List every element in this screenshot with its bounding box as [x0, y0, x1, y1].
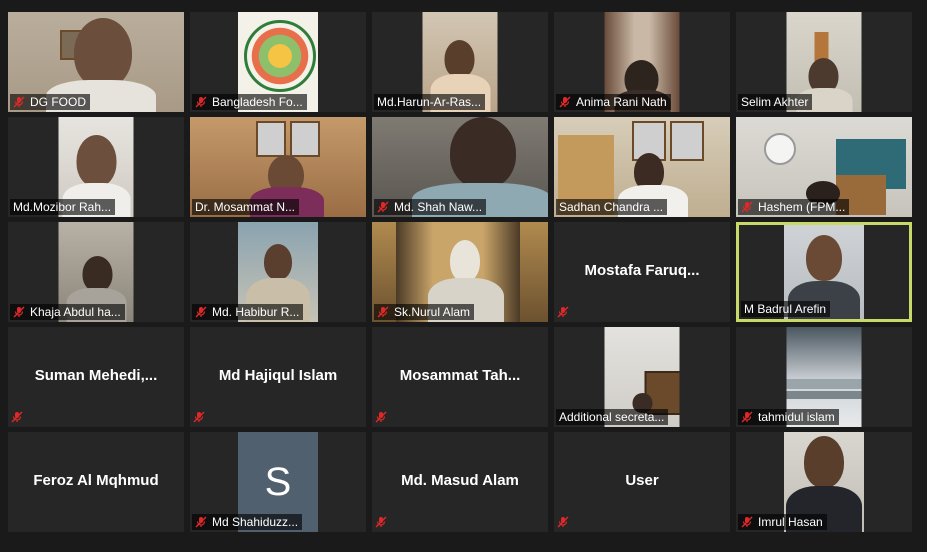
participant-name: Khaja Abdul ha... — [30, 305, 121, 319]
participant-name-tag: DG FOOD — [10, 94, 90, 110]
mic-muted-icon — [559, 96, 571, 108]
mic-muted-icon — [557, 516, 569, 528]
participant-name-label: Mosammat Tah... — [399, 366, 521, 384]
participant-tile[interactable]: Khaja Abdul ha... — [8, 222, 184, 322]
gallery-grid: DG FOOD Bangladesh Fo... Md.Harun-Ar-Ras… — [8, 12, 912, 532]
participant-tile[interactable]: Hashem (FPM... — [736, 117, 912, 217]
participant-name: Md. Habibur R... — [212, 305, 300, 319]
participant-name-tag: Md. Habibur R... — [192, 304, 304, 320]
participant-name: Selim Akhter — [741, 95, 809, 109]
participant-tile[interactable]: Imrul Hasan — [736, 432, 912, 532]
participant-name-label: Md Hajiqul Islam — [218, 366, 338, 384]
participant-name-label: Mostafa Faruq... — [584, 261, 700, 279]
participant-name-label: Md. Masud Alam — [401, 471, 519, 489]
participant-name-tag: Md.Mozibor Rah... — [10, 199, 116, 215]
participant-name: Sadhan Chandra ... — [559, 200, 664, 214]
participant-name-label: Feroz Al Mqhmud — [33, 471, 159, 489]
participant-tile[interactable]: Anima Rani Nath — [554, 12, 730, 112]
participant-tile[interactable]: Md. Masud Alam — [372, 432, 548, 532]
mic-muted-icon — [193, 411, 205, 423]
mic-muted-icon — [195, 306, 207, 318]
participant-name-tag: Md Shahiduzz... — [192, 514, 303, 530]
participant-name-tag: Imrul Hasan — [738, 514, 827, 530]
participant-name-tag: Sk.Nurul Alam — [374, 304, 475, 320]
participant-tile[interactable]: DG FOOD — [8, 12, 184, 112]
participant-name-tag: Additional secreta... — [556, 409, 669, 425]
mic-muted-icon — [375, 516, 387, 528]
participant-tile[interactable]: Bangladesh Fo... — [190, 12, 366, 112]
participant-name: M Badrul Arefin — [744, 302, 827, 316]
participant-name: Sk.Nurul Alam — [394, 305, 471, 319]
participant-name-tag: Md. Shah Naw... — [374, 199, 487, 215]
participant-name: Md. Shah Naw... — [394, 200, 483, 214]
mic-muted-icon — [557, 306, 569, 318]
mic-muted-icon — [13, 306, 25, 318]
participant-tile[interactable]: Feroz Al Mqhmud — [8, 432, 184, 532]
participant-name-tag: M Badrul Arefin — [741, 301, 831, 317]
participant-tile[interactable]: Sadhan Chandra ... — [554, 117, 730, 217]
participant-tile[interactable]: Suman Mehedi,... — [8, 327, 184, 427]
participant-name: Bangladesh Fo... — [212, 95, 303, 109]
mic-muted-icon — [377, 306, 389, 318]
participant-tile[interactable]: tahmidul islam — [736, 327, 912, 427]
participant-name: Md.Mozibor Rah... — [13, 200, 112, 214]
participant-name: DG FOOD — [30, 95, 86, 109]
participant-tile[interactable]: Md.Harun-Ar-Ras... — [372, 12, 548, 112]
participant-name: Md.Harun-Ar-Ras... — [377, 95, 482, 109]
participant-name-tag: Sadhan Chandra ... — [556, 199, 668, 215]
participant-tile[interactable]: Mosammat Tah... — [372, 327, 548, 427]
participant-tile[interactable]: Md Hajiqul Islam — [190, 327, 366, 427]
participant-name: Anima Rani Nath — [576, 95, 667, 109]
participant-name-tag: tahmidul islam — [738, 409, 839, 425]
participant-name-tag: Hashem (FPM... — [738, 199, 850, 215]
participant-tile[interactable]: Selim Akhter — [736, 12, 912, 112]
participant-tile[interactable]: Mostafa Faruq... — [554, 222, 730, 322]
participant-name: Hashem (FPM... — [758, 200, 846, 214]
participant-name-tag: Selim Akhter — [738, 94, 813, 110]
participant-tile[interactable]: Sk.Nurul Alam — [372, 222, 548, 322]
mic-muted-icon — [13, 96, 25, 108]
mic-muted-icon — [741, 516, 753, 528]
participant-name: Additional secreta... — [559, 410, 665, 424]
participant-tile[interactable]: Dr. Mosammat N... — [190, 117, 366, 217]
mic-muted-icon — [741, 411, 753, 423]
mic-muted-icon — [377, 201, 389, 213]
participant-name-tag: Dr. Mosammat N... — [192, 199, 300, 215]
participant-tile[interactable]: Md. Shah Naw... — [372, 117, 548, 217]
participant-tile[interactable]: Md.Mozibor Rah... — [8, 117, 184, 217]
participant-tile[interactable]: S Md Shahiduzz... — [190, 432, 366, 532]
participant-name-tag: Bangladesh Fo... — [192, 94, 307, 110]
mic-muted-icon — [11, 411, 23, 423]
mic-muted-icon — [741, 201, 753, 213]
participant-name: tahmidul islam — [758, 410, 835, 424]
participant-tile[interactable]: User — [554, 432, 730, 532]
participant-name: Imrul Hasan — [758, 515, 823, 529]
logo-seal — [244, 20, 316, 92]
participant-name: Dr. Mosammat N... — [195, 200, 296, 214]
participant-tile[interactable]: Md. Habibur R... — [190, 222, 366, 322]
participant-name-label: Suman Mehedi,... — [34, 366, 158, 384]
participant-name: Md Shahiduzz... — [212, 515, 299, 529]
mic-muted-icon — [195, 516, 207, 528]
mic-muted-icon — [375, 411, 387, 423]
participant-tile[interactable]: Additional secreta... — [554, 327, 730, 427]
participant-name-tag: Md.Harun-Ar-Ras... — [374, 94, 486, 110]
participant-name-tag: Khaja Abdul ha... — [10, 304, 125, 320]
participant-name-tag: Anima Rani Nath — [556, 94, 671, 110]
mic-muted-icon — [195, 96, 207, 108]
participant-name-label: User — [625, 471, 659, 489]
participant-tile-active-speaker[interactable]: M Badrul Arefin — [736, 222, 912, 322]
